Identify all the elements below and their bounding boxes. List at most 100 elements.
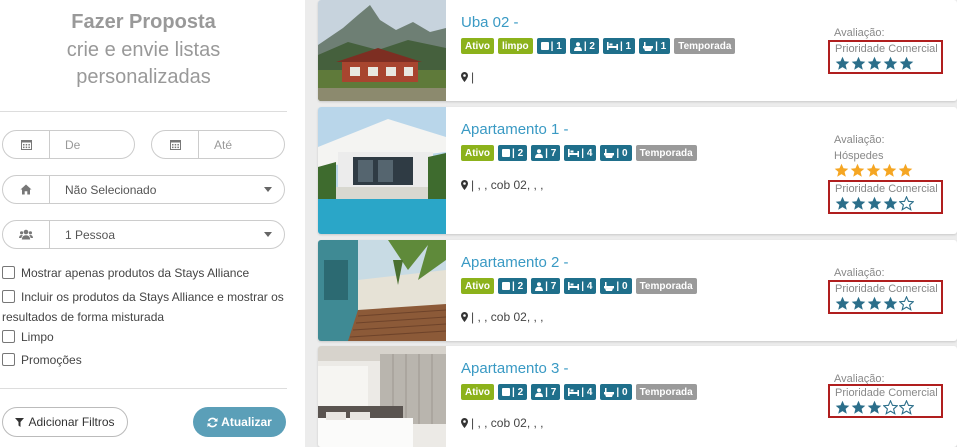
- listing-card-uba-02[interactable]: Uba 02 - Ativo limpo | 1 | 2 | 1 | 1 Tem…: [318, 0, 957, 101]
- bath-icon: [604, 387, 615, 397]
- star-icon[interactable]: [899, 196, 914, 211]
- star-icon[interactable]: [899, 296, 914, 311]
- checkbox-label: resultados de forma misturada: [2, 310, 165, 324]
- update-label: Atualizar: [221, 415, 272, 429]
- user-icon: [535, 387, 544, 397]
- bed-icon: [568, 282, 580, 290]
- listing-title[interactable]: Apartamento 1 -: [461, 121, 569, 138]
- map-marker-icon: [461, 418, 468, 428]
- baths-count: | 0: [616, 147, 628, 159]
- listing-card-apartamento-3[interactable]: Apartamento 3 - Ativo | 2 | 7 | 4 | 0 Te…: [318, 346, 957, 447]
- evaluation-label: Avaliação:: [834, 27, 885, 39]
- door-icon: [540, 42, 549, 50]
- star-icon[interactable]: [883, 400, 898, 415]
- chevron-down-icon: [264, 187, 272, 192]
- listing-badges: Ativo | 2 | 7 | 4 | 0 Temporada: [461, 384, 697, 400]
- checkbox-alliance-mixed[interactable]: [2, 290, 15, 303]
- star-icon[interactable]: [851, 296, 866, 311]
- star-icon[interactable]: [851, 56, 866, 71]
- star-icon[interactable]: [851, 196, 866, 211]
- guests-select-value: 1 Pessoa: [65, 227, 116, 242]
- listing-card-apartamento-2[interactable]: Apartamento 2 - Ativo | 2 | 7 | 4 | 0 Te…: [318, 240, 957, 341]
- filter-icon: [15, 417, 25, 427]
- sidebar-divider: [0, 388, 287, 389]
- beds-count: | 4: [581, 147, 593, 159]
- checkbox-row-alliance-mixed[interactable]: Incluir os produtos da Stays Alliance e …: [2, 287, 284, 327]
- listing-card-apartamento-1[interactable]: Apartamento 1 - Ativo | 2 | 7 | 4 | 0 Te…: [318, 107, 957, 234]
- rooms-badge: | 1: [536, 38, 566, 54]
- star-icon[interactable]: [883, 196, 898, 211]
- checkbox-promotions[interactable]: [2, 353, 15, 366]
- star-icon[interactable]: [835, 56, 850, 71]
- star-icon[interactable]: [867, 196, 882, 211]
- bath-icon: [643, 41, 654, 51]
- star-icon[interactable]: [867, 56, 882, 71]
- baths-badge: | 1: [639, 38, 671, 54]
- date-from-placeholder: De: [65, 137, 81, 152]
- star-icon[interactable]: [851, 400, 866, 415]
- listing-photo[interactable]: [318, 346, 446, 447]
- priority-stars[interactable]: [835, 400, 914, 415]
- guests-badge: | 7: [531, 384, 561, 400]
- door-icon: [502, 282, 510, 290]
- guest-stars: [834, 163, 913, 178]
- calendar-icon: [152, 131, 199, 158]
- listing-title[interactable]: Apartamento 3 -: [461, 360, 569, 377]
- star-icon[interactable]: [899, 56, 914, 71]
- evaluation-label: Avaliação:: [834, 267, 885, 279]
- listing-title[interactable]: Uba 02 -: [461, 14, 519, 31]
- star-icon[interactable]: [835, 196, 850, 211]
- baths-count: | 1: [655, 40, 667, 52]
- checkbox-clean[interactable]: [2, 330, 15, 343]
- checkbox-alliance-only[interactable]: [2, 266, 15, 279]
- checkbox-row-alliance-only[interactable]: Mostrar apenas produtos da Stays Allianc…: [2, 263, 249, 283]
- add-filters-button[interactable]: Adicionar Filtros: [2, 407, 128, 437]
- priority-stars[interactable]: [835, 196, 914, 211]
- checkbox-row-promotions[interactable]: Promoções: [2, 350, 82, 370]
- priority-stars[interactable]: [835, 56, 914, 71]
- priority-label: Prioridade Comercial: [835, 43, 938, 55]
- star-icon[interactable]: [883, 56, 898, 71]
- star-icon[interactable]: [898, 163, 913, 178]
- calendar-icon: [3, 131, 50, 158]
- beds-badge: | 4: [564, 384, 597, 400]
- checkbox-label: Incluir os produtos da Stays Alliance e …: [21, 290, 284, 304]
- property-select-value: Não Selecionado: [65, 182, 157, 197]
- sidebar-subtitle-line1: crie e envie listas: [66, 39, 221, 61]
- rooms-count: | 1: [550, 40, 562, 52]
- star-icon[interactable]: [866, 163, 881, 178]
- home-icon: [3, 176, 50, 203]
- star-icon[interactable]: [883, 296, 898, 311]
- star-icon[interactable]: [850, 163, 865, 178]
- star-icon[interactable]: [834, 163, 849, 178]
- priority-stars[interactable]: [835, 296, 914, 311]
- guests-count: | 7: [545, 147, 557, 159]
- listing-photo[interactable]: [318, 240, 446, 341]
- date-from-field[interactable]: De: [2, 130, 135, 159]
- baths-badge: | 0: [600, 384, 632, 400]
- star-icon[interactable]: [882, 163, 897, 178]
- type-badge: Temporada: [635, 145, 697, 161]
- user-icon: [535, 148, 544, 158]
- date-to-field[interactable]: Até: [151, 130, 285, 159]
- listing-photo[interactable]: [318, 0, 446, 101]
- baths-count: | 0: [616, 280, 628, 292]
- checkbox-row-clean[interactable]: Limpo: [2, 327, 54, 347]
- listing-badges: Ativo | 2 | 7 | 4 | 0 Temporada: [461, 145, 697, 161]
- priority-label: Prioridade Comercial: [835, 283, 938, 295]
- star-icon[interactable]: [835, 296, 850, 311]
- listing-title[interactable]: Apartamento 2 -: [461, 254, 569, 271]
- listing-photo[interactable]: [318, 107, 446, 234]
- listing-address: | , , cob 02, , ,: [461, 310, 544, 324]
- guests-select[interactable]: 1 Pessoa: [2, 220, 285, 249]
- beds-badge: | 4: [564, 145, 597, 161]
- star-icon[interactable]: [867, 296, 882, 311]
- status-badge: Ativo: [461, 278, 494, 294]
- star-icon[interactable]: [899, 400, 914, 415]
- update-button[interactable]: Atualizar: [193, 407, 286, 437]
- add-filters-label: Adicionar Filtros: [28, 415, 115, 429]
- star-icon[interactable]: [867, 400, 882, 415]
- star-icon[interactable]: [835, 400, 850, 415]
- guests-badge: | 7: [531, 145, 561, 161]
- property-select[interactable]: Não Selecionado: [2, 175, 285, 204]
